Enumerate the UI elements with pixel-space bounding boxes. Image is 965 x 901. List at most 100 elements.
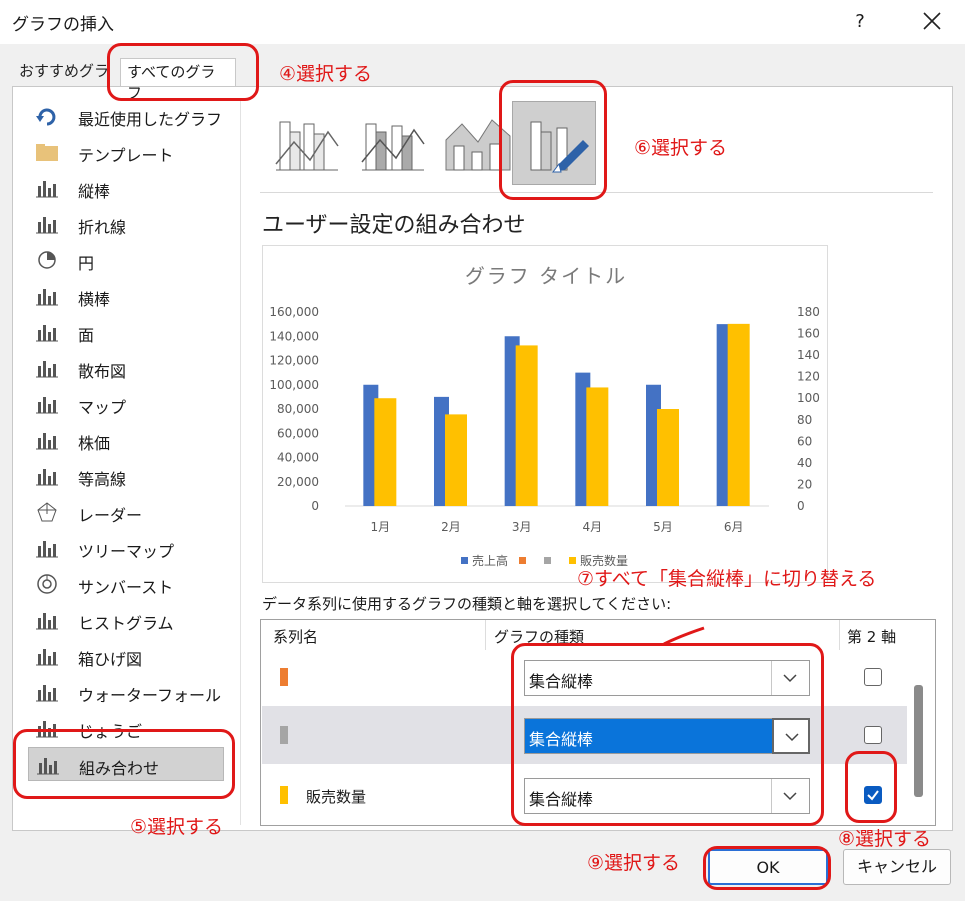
x-tick-label: 6月 — [724, 520, 744, 534]
column-header-secondary-axis: 第 2 軸 — [847, 628, 897, 646]
category-label: 面 — [78, 326, 95, 345]
y2-tick-label: 160 — [797, 327, 820, 341]
category-label: ツリーマップ — [78, 542, 175, 561]
close-button[interactable] — [912, 4, 952, 40]
bar-chart-icon — [36, 289, 58, 306]
category-boxwhisker-chart[interactable]: 箱ひげ図 — [28, 639, 224, 673]
boxwhisker-chart-icon — [36, 649, 58, 666]
chart-preview: グラフ タイトル 160,000 140,000 120,000 100,000 80,… — [262, 245, 828, 583]
column-header-series-name: 系列名 — [273, 628, 319, 646]
bar-販売数量 — [727, 323, 750, 506]
series-color-swatch — [280, 668, 288, 686]
recent-icon — [36, 108, 56, 126]
category-label: 散布図 — [78, 362, 127, 381]
x-tick-label: 4月 — [583, 520, 603, 534]
tab-recommended[interactable]: おすすめグラフ — [13, 58, 120, 101]
x-tick-label: 3月 — [512, 520, 532, 534]
category-bar-chart[interactable]: 横棒 — [28, 279, 224, 313]
category-waterfall-chart[interactable]: ウォーターフォール — [28, 675, 224, 709]
y2-tick-label: 60 — [797, 434, 812, 448]
chart-plot: 160,000 140,000 120,000 100,000 80,000 60,000… — [269, 305, 820, 568]
category-folder[interactable]: テンプレート — [28, 135, 224, 169]
category-map-chart[interactable]: マップ — [28, 387, 224, 421]
bar-販売数量 — [657, 409, 679, 506]
column-chart-icon — [36, 181, 58, 198]
category-label: 横棒 — [78, 290, 111, 309]
category-label: 等高線 — [78, 470, 127, 489]
legend-swatch — [519, 557, 526, 564]
category-scatter-chart[interactable]: 散布図 — [28, 351, 224, 385]
stock-chart-icon — [36, 433, 58, 450]
category-treemap-chart[interactable]: ツリーマップ — [28, 531, 224, 565]
category-histogram-chart[interactable]: ヒストグラム — [28, 603, 224, 637]
y-tick-label: 40,000 — [277, 451, 319, 465]
category-label: 円 — [78, 254, 95, 273]
title-bar — [0, 0, 965, 44]
annotation-7: ⑦すべて「集合縦棒」に切り替える — [577, 568, 877, 590]
x-tick-label: 5月 — [653, 520, 673, 534]
category-label: 株価 — [78, 434, 111, 453]
series-color-swatch — [280, 726, 288, 744]
annotation-4: ④選択する — [279, 63, 373, 85]
y2-tick-label: 0 — [797, 499, 805, 513]
y-tick-label: 100,000 — [269, 378, 319, 392]
secondary-axis-checkbox[interactable] — [864, 668, 882, 686]
close-icon — [923, 12, 941, 30]
dialog-title: グラフの挿入 — [12, 15, 114, 35]
annotation-6: ⑥選択する — [634, 137, 728, 159]
legend-label: 売上高 — [472, 553, 508, 568]
secondary-axis-checkbox[interactable] — [864, 726, 882, 744]
category-pie-chart[interactable]: 円 — [28, 243, 224, 277]
y2-tick-label: 40 — [797, 456, 812, 470]
treemap-chart-icon — [36, 541, 58, 558]
category-radar-chart[interactable]: レーダー — [28, 495, 224, 529]
bar-販売数量 — [374, 398, 397, 506]
category-surface-chart[interactable]: 等高線 — [28, 459, 224, 493]
y-tick-label: 0 — [311, 499, 319, 513]
annotation-box-chart-types — [511, 643, 824, 826]
category-label: マップ — [78, 398, 127, 417]
annotation-box-tab — [107, 43, 259, 101]
annotation-box-combo — [13, 729, 235, 799]
category-sunburst-chart[interactable]: サンバースト — [28, 567, 224, 601]
category-label: 箱ひげ図 — [78, 650, 143, 669]
series-color-swatch — [280, 786, 288, 804]
waterfall-chart-icon — [36, 685, 58, 702]
category-label: 縦棒 — [78, 182, 111, 201]
subtype-clustered-column-line[interactable] — [266, 102, 346, 184]
pie-chart-icon — [38, 251, 56, 269]
y2-tick-label: 120 — [797, 370, 820, 384]
annotation-8: ⑧選択する — [838, 828, 932, 850]
y2-tick-label: 20 — [797, 477, 812, 491]
category-area-chart[interactable]: 面 — [28, 315, 224, 349]
legend-swatch — [544, 557, 551, 564]
x-tick-label: 2月 — [441, 520, 461, 534]
cancel-button[interactable]: キャンセル — [843, 849, 951, 885]
subtype-heading: ユーザー設定の組み合わせ — [262, 213, 526, 238]
help-button[interactable]: ? — [845, 6, 875, 38]
category-label: サンバースト — [78, 578, 174, 597]
y2-tick-label: 100 — [797, 391, 820, 405]
category-column-chart[interactable]: 縦棒 — [28, 171, 224, 205]
y2-tick-label: 80 — [797, 413, 812, 427]
y-tick-label: 140,000 — [269, 329, 319, 343]
folder-icon — [36, 144, 58, 161]
area-chart-icon — [36, 325, 58, 342]
category-stock-chart[interactable]: 株価 — [28, 423, 224, 457]
map-chart-icon — [36, 397, 58, 414]
subtype-clustered-column-line-secondary[interactable] — [352, 102, 432, 184]
clustered-column-line-secondary-icon — [361, 123, 425, 171]
x-tick-label: 1月 — [371, 520, 391, 534]
series-table-scrollbar[interactable] — [914, 685, 923, 797]
category-label: ヒストグラム — [78, 614, 174, 633]
y-tick-label: 20,000 — [277, 475, 319, 489]
category-line-chart[interactable]: 折れ線 — [28, 207, 224, 241]
category-recent[interactable]: 最近使用したグラフ — [28, 99, 224, 133]
legend-swatch — [569, 557, 576, 564]
y2-tick-label: 140 — [797, 348, 820, 362]
category-label: 最近使用したグラフ — [78, 110, 223, 129]
category-label: 折れ線 — [78, 218, 127, 237]
y-tick-label: 120,000 — [269, 354, 319, 368]
annotation-arrow — [663, 626, 705, 646]
annotation-9: ⑨選択する — [587, 852, 681, 874]
